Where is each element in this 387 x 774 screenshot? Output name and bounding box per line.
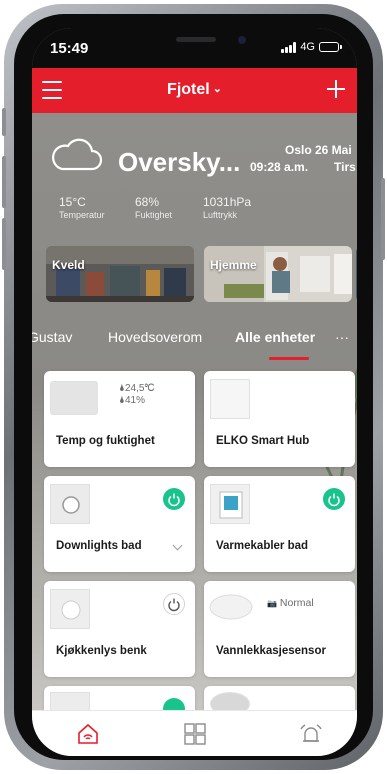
scene-card-partial[interactable] <box>356 246 357 302</box>
thermostat-icon <box>219 491 243 519</box>
notch <box>106 28 284 60</box>
signal-icon <box>281 41 297 53</box>
battery-icon <box>319 42 342 52</box>
chevron-down-icon[interactable] <box>172 540 183 551</box>
sensor-thumbnail <box>209 594 253 620</box>
phone-screen: 15:49 4G Fjotel ⌄ Oversky... Oslo 26 Mai … <box>32 28 357 756</box>
device-card-varmekabler-bad[interactable]: Varmekabler bad <box>204 476 355 572</box>
stat-value: 15°C <box>59 195 86 209</box>
tab-alle-enheter[interactable]: Alle enheter <box>235 329 315 345</box>
home-icon[interactable] <box>75 721 101 747</box>
switch-icon <box>61 600 81 620</box>
stat-label: Fuktighet <box>135 210 173 220</box>
device-title: Downlights bad <box>56 540 142 552</box>
scene-image <box>204 246 352 302</box>
status-text: Normal <box>279 597 314 609</box>
stat-value: 1031hPa <box>203 195 252 209</box>
weather-stat-humidity: 68% Fuktighet <box>135 195 172 220</box>
dimmer-icon <box>62 496 80 514</box>
power-icon <box>168 493 180 507</box>
power-icon <box>168 598 180 612</box>
device-thumbnail <box>210 484 250 524</box>
device-card-temp-fuktighet[interactable]: 🌢24,5℃ 🌢41% Temp og fuktighet <box>44 371 195 467</box>
device-thumbnail <box>50 484 90 524</box>
weather-stat-pressure: 1031hPa Lufttrykk <box>203 195 251 220</box>
scene-carousel: Kveld Hjemme <box>32 246 357 302</box>
phone-volume-up <box>2 156 6 208</box>
device-card-vannlekkasjesensor[interactable]: 📷 Normal Vannlekkasjesensor <box>204 581 355 677</box>
device-title: ELKO Smart Hub <box>216 435 310 447</box>
stat-label: Lufttrykk <box>203 210 238 220</box>
home-name: Fjotel <box>167 81 210 98</box>
home-selector[interactable]: Fjotel ⌄ <box>32 81 357 99</box>
weather-condition: Oversky... <box>118 147 241 177</box>
phone-volume-down <box>2 218 6 270</box>
room-tabs: Gustav Hovedsoverom Alle enheter ··· <box>32 324 357 352</box>
sensor-status: 📷 Normal <box>267 597 314 610</box>
device-card-downlights-bad[interactable]: Downlights bad <box>44 476 195 572</box>
device-title: Varmekabler bad <box>216 540 309 552</box>
device-thumbnail <box>50 589 90 629</box>
tab-gustav[interactable]: Gustav <box>32 329 72 345</box>
weather-city: Oslo <box>285 143 312 157</box>
weather-date: 26 Mai <box>315 143 352 157</box>
device-card-elko-smart-hub[interactable]: ELKO Smart Hub <box>204 371 355 467</box>
active-tab-indicator <box>269 357 309 360</box>
tab-hovedsoverom[interactable]: Hovedsoverom <box>108 329 202 345</box>
device-thumbnail <box>210 379 250 419</box>
stat-label: Temperatur <box>59 210 105 220</box>
weather-panel: Oversky... Oslo 26 Mai 09:28 a.m. Tirs 1… <box>32 113 357 243</box>
scene-card-hjemme[interactable]: Hjemme <box>204 246 352 302</box>
device-card-kjokkenlys-benk[interactable]: Kjøkkenlys benk <box>44 581 195 677</box>
scene-image <box>46 246 194 302</box>
device-title: Temp og fuktighet <box>56 435 155 447</box>
scene-card-kveld[interactable]: Kveld <box>46 246 194 302</box>
device-title: Vannlekkasjesensor <box>216 645 326 657</box>
scene-label: Hjemme <box>210 258 257 272</box>
power-icon <box>328 493 340 507</box>
app-bar: Fjotel ⌄ <box>32 68 357 113</box>
temperature-reading: 🌢24,5℃ <box>119 383 155 394</box>
humidity-reading: 🌢41% <box>119 395 146 406</box>
status-indicators: 4G <box>281 41 342 53</box>
cloud-icon <box>52 138 102 171</box>
bottom-navigation <box>32 710 357 756</box>
power-toggle-off[interactable] <box>163 593 185 615</box>
device-title: Kjøkkenlys benk <box>56 645 147 657</box>
tab-more[interactable]: ··· <box>335 329 349 345</box>
phone-mute-switch <box>2 108 6 136</box>
camera-icon: 📷 <box>267 599 277 608</box>
power-toggle-on[interactable] <box>323 488 345 510</box>
weather-time: 09:28 a.m. <box>250 160 309 174</box>
network-type: 4G <box>300 41 315 53</box>
phone-power-button <box>381 178 385 260</box>
stat-value: 68% <box>135 195 160 209</box>
device-thumbnail <box>50 381 98 415</box>
alarm-icon[interactable] <box>298 721 324 747</box>
chevron-down-icon: ⌄ <box>212 83 222 95</box>
power-toggle-on[interactable] <box>163 488 185 510</box>
scene-label: Kveld <box>52 258 85 272</box>
weather-day: Tirs <box>334 160 356 174</box>
add-icon[interactable] <box>327 80 345 98</box>
grid-icon[interactable] <box>182 721 208 747</box>
status-time: 15:49 <box>50 40 89 57</box>
weather-stat-temperature: 15°C Temperatur <box>59 195 105 220</box>
